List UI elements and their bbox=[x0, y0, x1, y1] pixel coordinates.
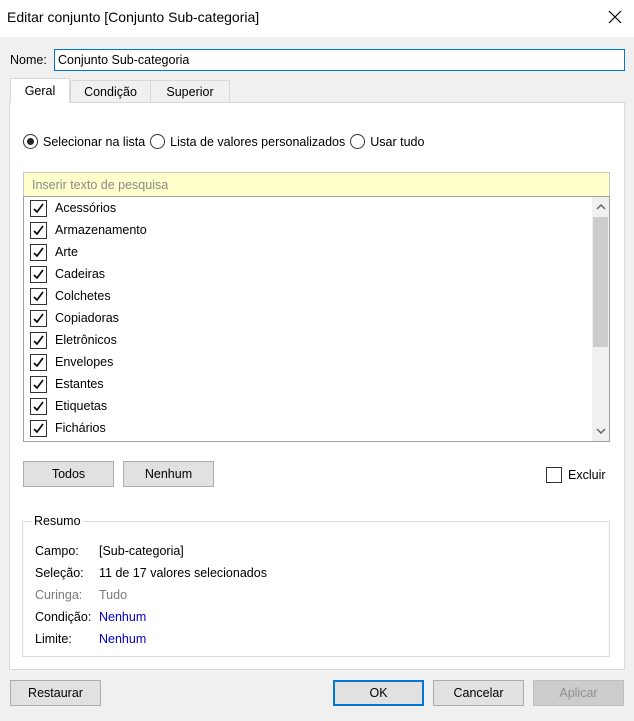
button-label: Todos bbox=[51, 467, 86, 481]
tab-label: Geral bbox=[24, 84, 56, 98]
name-label: Nome: bbox=[10, 53, 47, 67]
summary-value: Tudo bbox=[99, 588, 128, 602]
radio-unselected-icon bbox=[350, 134, 366, 149]
tab-superior[interactable]: Superior bbox=[150, 80, 230, 102]
checkbox-checked-icon[interactable] bbox=[30, 199, 47, 217]
list-item[interactable]: Armazenamento bbox=[30, 220, 147, 240]
title-bar: Editar conjunto [Conjunto Sub-categoria] bbox=[0, 0, 634, 37]
chevron-down-icon bbox=[596, 428, 605, 434]
summary-value: [Sub-categoria] bbox=[99, 544, 184, 558]
summary-key: Seleção: bbox=[35, 566, 84, 580]
radio-select-from-list[interactable]: Selecionar na lista bbox=[23, 134, 145, 149]
list-item-label: Acessórios bbox=[55, 201, 117, 215]
list-item[interactable]: Eletrônicos bbox=[30, 330, 117, 350]
checkbox-checked-icon[interactable] bbox=[30, 265, 47, 283]
checkbox-checked-icon[interactable] bbox=[30, 243, 47, 261]
select-all-button[interactable]: Todos bbox=[23, 461, 114, 487]
scroll-thumb[interactable] bbox=[593, 217, 608, 347]
exclude-label: Excluir bbox=[568, 468, 606, 482]
tab-geral[interactable]: Geral bbox=[10, 78, 70, 103]
list-item-label: Armazenamento bbox=[55, 223, 147, 237]
summary-row-field: Campo: [Sub-categoria] bbox=[35, 544, 184, 558]
apply-button[interactable]: Aplicar bbox=[533, 680, 624, 706]
summary-title: Resumo bbox=[32, 514, 83, 528]
list-item[interactable]: Envelopes bbox=[30, 352, 113, 372]
list-item[interactable]: Estantes bbox=[30, 374, 104, 394]
summary-key: Campo: bbox=[35, 544, 79, 558]
list-item[interactable]: Etiquetas bbox=[30, 396, 107, 416]
window-title: Editar conjunto [Conjunto Sub-categoria] bbox=[7, 9, 260, 25]
close-button[interactable] bbox=[602, 4, 628, 30]
list-item-label: Fichários bbox=[55, 421, 106, 435]
summary-key: Curinga: bbox=[35, 588, 83, 602]
summary-value: 11 de 17 valores selecionados bbox=[99, 566, 267, 580]
list-item-label: Copiadoras bbox=[55, 311, 119, 325]
list-item-label: Cadeiras bbox=[55, 267, 106, 281]
list-item[interactable]: Cadeiras bbox=[30, 264, 105, 284]
select-none-button[interactable]: Nenhum bbox=[123, 461, 214, 487]
button-label: Cancelar bbox=[453, 686, 504, 700]
tab-label: Superior bbox=[166, 84, 214, 99]
tab-condicao[interactable]: Condição bbox=[70, 80, 151, 102]
radio-use-all[interactable]: Usar tudo bbox=[350, 134, 424, 149]
list-item-label: Eletrônicos bbox=[55, 333, 117, 347]
list-item[interactable]: Colchetes bbox=[30, 286, 111, 306]
radio-label: Selecionar na lista bbox=[43, 134, 146, 149]
radio-unselected-icon bbox=[150, 134, 166, 149]
list-item[interactable]: Acessórios bbox=[30, 198, 116, 218]
checkbox-checked-icon[interactable] bbox=[30, 309, 47, 327]
list-item-label: Estantes bbox=[55, 377, 104, 391]
list-item-label: Etiquetas bbox=[55, 399, 108, 413]
summary-key: Condição: bbox=[35, 610, 92, 624]
exclude-checkbox[interactable]: Excluir bbox=[546, 467, 606, 483]
summary-group: Resumo Campo: [Sub-categoria] Seleção: 1… bbox=[22, 514, 610, 657]
list-item[interactable]: Copiadoras bbox=[30, 308, 119, 328]
button-label: Aplicar bbox=[559, 686, 598, 700]
checkbox-checked-icon[interactable] bbox=[30, 331, 47, 349]
checkbox-checked-icon[interactable] bbox=[30, 287, 47, 305]
ok-button[interactable]: OK bbox=[333, 680, 424, 706]
list-scrollbar[interactable] bbox=[592, 197, 609, 441]
cancel-button[interactable]: Cancelar bbox=[433, 680, 524, 706]
reset-button[interactable]: Restaurar bbox=[10, 680, 101, 706]
limit-link[interactable]: Nenhum bbox=[99, 632, 146, 646]
search-input[interactable] bbox=[23, 172, 610, 197]
list-item[interactable]: Arte bbox=[30, 242, 78, 262]
button-label: Nenhum bbox=[144, 467, 193, 481]
scroll-down-button[interactable] bbox=[592, 423, 609, 440]
list-item-label: Envelopes bbox=[55, 355, 114, 369]
checkbox-unchecked-icon[interactable] bbox=[546, 467, 562, 483]
name-input[interactable] bbox=[54, 49, 625, 71]
condition-link[interactable]: Nenhum bbox=[99, 610, 146, 624]
list-item[interactable]: Fichários bbox=[30, 418, 106, 438]
summary-row-condition: Condição: Nenhum bbox=[35, 610, 146, 624]
summary-key: Limite: bbox=[35, 632, 72, 646]
summary-row-selection: Seleção: 11 de 17 valores selecionados bbox=[35, 566, 267, 580]
checkbox-checked-icon[interactable] bbox=[30, 419, 47, 437]
close-icon bbox=[608, 10, 622, 24]
button-label: Restaurar bbox=[28, 686, 83, 700]
checkbox-checked-icon[interactable] bbox=[30, 353, 47, 371]
radio-selected-icon bbox=[23, 134, 38, 149]
general-tab-panel: Selecionar na lista Lista de valores per… bbox=[9, 102, 625, 670]
chevron-up-icon bbox=[596, 204, 605, 210]
selection-mode-group: Selecionar na lista Lista de valores per… bbox=[23, 134, 424, 149]
summary-row-limit: Limite: Nenhum bbox=[35, 632, 146, 646]
summary-row-wildcard: Curinga: Tudo bbox=[35, 588, 127, 602]
button-label: OK bbox=[369, 686, 388, 700]
radio-label: Lista de valores personalizados bbox=[170, 134, 346, 149]
list-item-label: Colchetes bbox=[55, 289, 111, 303]
checkbox-checked-icon[interactable] bbox=[30, 375, 47, 393]
checkbox-checked-icon[interactable] bbox=[30, 221, 47, 239]
tab-label: Condição bbox=[84, 84, 137, 99]
radio-custom-values[interactable]: Lista de valores personalizados bbox=[150, 134, 345, 149]
scroll-up-button[interactable] bbox=[592, 198, 609, 215]
checkbox-checked-icon[interactable] bbox=[30, 397, 47, 415]
list-item-label: Arte bbox=[55, 245, 78, 259]
values-list: Acessórios Armazenamento Arte Cadeiras C… bbox=[23, 196, 610, 442]
radio-label: Usar tudo bbox=[370, 134, 425, 149]
